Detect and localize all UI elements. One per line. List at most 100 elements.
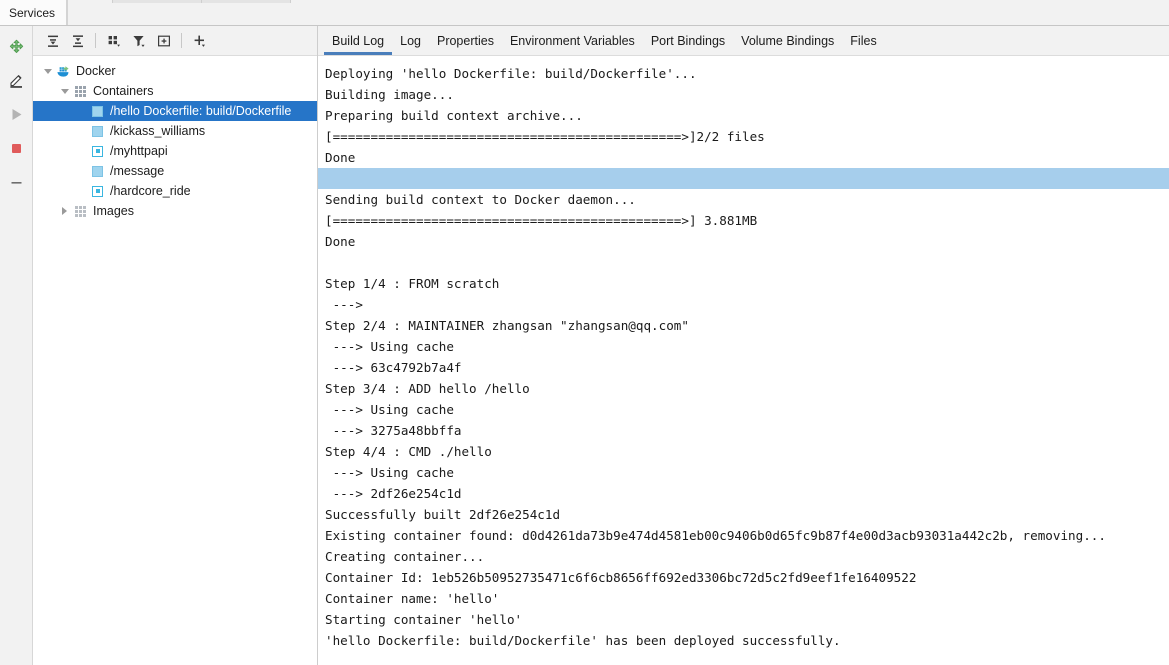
log-line: Step 1/4 : FROM scratch: [325, 276, 500, 291]
log-line: Step 2/4 : MAINTAINER zhangsan "zhangsan…: [325, 318, 689, 333]
services-tool-window: Services Docker Containers /hello Docker…: [0, 0, 1169, 665]
collapse-all-icon[interactable]: [65, 30, 90, 52]
log-line: Done: [325, 234, 356, 249]
detail-tab-label: Build Log: [332, 33, 385, 48]
tree-row[interactable]: /myhttpapi: [33, 141, 317, 161]
toolbar-separator-2: [181, 33, 182, 48]
tree-toolbar: [33, 26, 317, 56]
detail-tab-label: Files: [850, 33, 877, 48]
window-tab-strip-filler: [67, 0, 1169, 25]
toolbar-separator-1: [95, 33, 96, 48]
log-line: Step 4/4 : CMD ./hello: [325, 444, 492, 459]
services-tree[interactable]: Docker Containers/hello Dockerfile: build…: [33, 56, 317, 665]
filter-icon[interactable]: [126, 30, 151, 52]
tree-row[interactable]: /message: [33, 161, 317, 181]
tree-row-label: /hello Dockerfile: build/Dockerfile: [110, 104, 292, 118]
plus-icon[interactable]: [187, 30, 212, 52]
tree-row-label: /hardcore_ride: [110, 184, 191, 198]
detail-tab[interactable]: Files: [842, 26, 884, 55]
chevron-down-icon[interactable]: [57, 81, 72, 101]
log-line: Starting container 'hello': [325, 612, 523, 627]
chevron-right-icon[interactable]: [57, 201, 72, 221]
tree-row[interactable]: /hello Dockerfile: build/Dockerfile: [33, 101, 317, 121]
log-line: 'hello Dockerfile: build/Dockerfile' has…: [325, 633, 841, 648]
tree-twisty-placeholder: [74, 141, 89, 161]
log-line-selected: [318, 168, 1169, 189]
detail-tab-label: Environment Variables: [509, 33, 635, 48]
log-line: Successfully built 2df26e254c1d: [325, 507, 561, 522]
window-tab-services[interactable]: Services: [0, 0, 68, 25]
tree-row[interactable]: Docker: [33, 61, 317, 81]
tree-row[interactable]: /hardcore_ride: [33, 181, 317, 201]
detail-tab-label: Log: [400, 33, 421, 48]
tree-row[interactable]: Containers: [33, 81, 317, 101]
chevron-down-icon[interactable]: [40, 61, 55, 81]
log-line: Step 3/4 : ADD hello /hello: [325, 381, 530, 396]
log-line: ---> 3275a48bbffa: [325, 423, 462, 438]
images-grid-icon: [72, 203, 89, 220]
ghost-tab-1: [112, 0, 202, 3]
tree-twisty-placeholder: [74, 101, 89, 121]
tree-twisty-placeholder: [74, 181, 89, 201]
tree-twisty-placeholder: [74, 161, 89, 181]
tree-row[interactable]: /kickass_williams: [33, 121, 317, 141]
log-line: ---> Using cache: [325, 402, 454, 417]
container-stopped-icon: [89, 123, 106, 140]
container-stopped-icon: [89, 103, 106, 120]
tree-row-label: /myhttpapi: [110, 144, 168, 158]
tree-row-label: Docker: [76, 64, 116, 78]
connect-icon[interactable]: [4, 33, 28, 59]
log-line: Done: [325, 150, 356, 165]
tree-row-label: /message: [110, 164, 165, 178]
add-frame-icon[interactable]: [151, 30, 176, 52]
container-running-icon: [89, 183, 106, 200]
tree-row-label: /kickass_williams: [110, 124, 206, 138]
tree-row-label: Images: [93, 204, 134, 218]
log-line: Container Id: 1eb526b50952735471c6f6cb86…: [325, 570, 917, 585]
log-line: ---> 2df26e254c1d: [325, 486, 462, 501]
detail-tab[interactable]: Port Bindings: [643, 26, 733, 55]
detail-tab-label: Port Bindings: [650, 33, 726, 48]
tool-window-body: Docker Containers/hello Dockerfile: build…: [0, 26, 1169, 665]
run-play-icon[interactable]: [4, 101, 28, 127]
log-line: Deploying 'hello Dockerfile: build/Docke…: [325, 66, 697, 81]
tree-row-label: Containers: [93, 84, 154, 98]
container-stopped-icon: [89, 163, 106, 180]
window-tab-label: Services: [9, 5, 56, 20]
log-line: Creating container...: [325, 549, 485, 564]
stop-square-icon[interactable]: [4, 135, 28, 161]
detail-tab[interactable]: Environment Variables: [502, 26, 643, 55]
log-line: --->: [325, 297, 363, 312]
log-line: [=======================================…: [325, 213, 758, 228]
log-line: Sending build context to Docker daemon..…: [325, 192, 636, 207]
minus-icon[interactable]: [4, 169, 28, 195]
group-icon[interactable]: [101, 30, 126, 52]
detail-tab[interactable]: Volume Bindings: [733, 26, 842, 55]
detail-tab-label: Volume Bindings: [741, 33, 835, 48]
detail-tab-bar[interactable]: Build Log Log Properties Environment Variab…: [318, 26, 1169, 56]
window-tab-strip: Services: [0, 0, 1169, 26]
build-log-output[interactable]: Deploying 'hello Dockerfile: build/Docke…: [318, 56, 1169, 665]
log-line: Existing container found: d0d4261da73b9e…: [325, 528, 1106, 543]
expand-all-icon[interactable]: [40, 30, 65, 52]
log-line: Container name: 'hello': [325, 591, 500, 606]
detail-panel: Build Log Log Properties Environment Variab…: [318, 26, 1169, 665]
detail-tab[interactable]: Log: [392, 26, 429, 55]
detail-tab[interactable]: Properties: [429, 26, 502, 55]
log-line: ---> Using cache: [325, 339, 454, 354]
services-tree-panel: Docker Containers/hello Dockerfile: build…: [33, 26, 318, 665]
edit-pencil-icon[interactable]: [4, 67, 28, 93]
log-line: Preparing build context archive...: [325, 108, 583, 123]
detail-tab[interactable]: Build Log: [324, 26, 393, 55]
log-line: Building image...: [325, 87, 454, 102]
containers-grid-icon: [72, 83, 89, 100]
log-line: [=======================================…: [325, 129, 765, 144]
log-line: ---> Using cache: [325, 465, 454, 480]
log-line: ---> 63c4792b7a4f: [325, 360, 462, 375]
detail-tab-label: Properties: [436, 33, 494, 48]
docker-whale-icon: [55, 63, 72, 80]
tree-row[interactable]: Images: [33, 201, 317, 221]
tree-twisty-placeholder: [74, 121, 89, 141]
container-running-icon: [89, 143, 106, 160]
